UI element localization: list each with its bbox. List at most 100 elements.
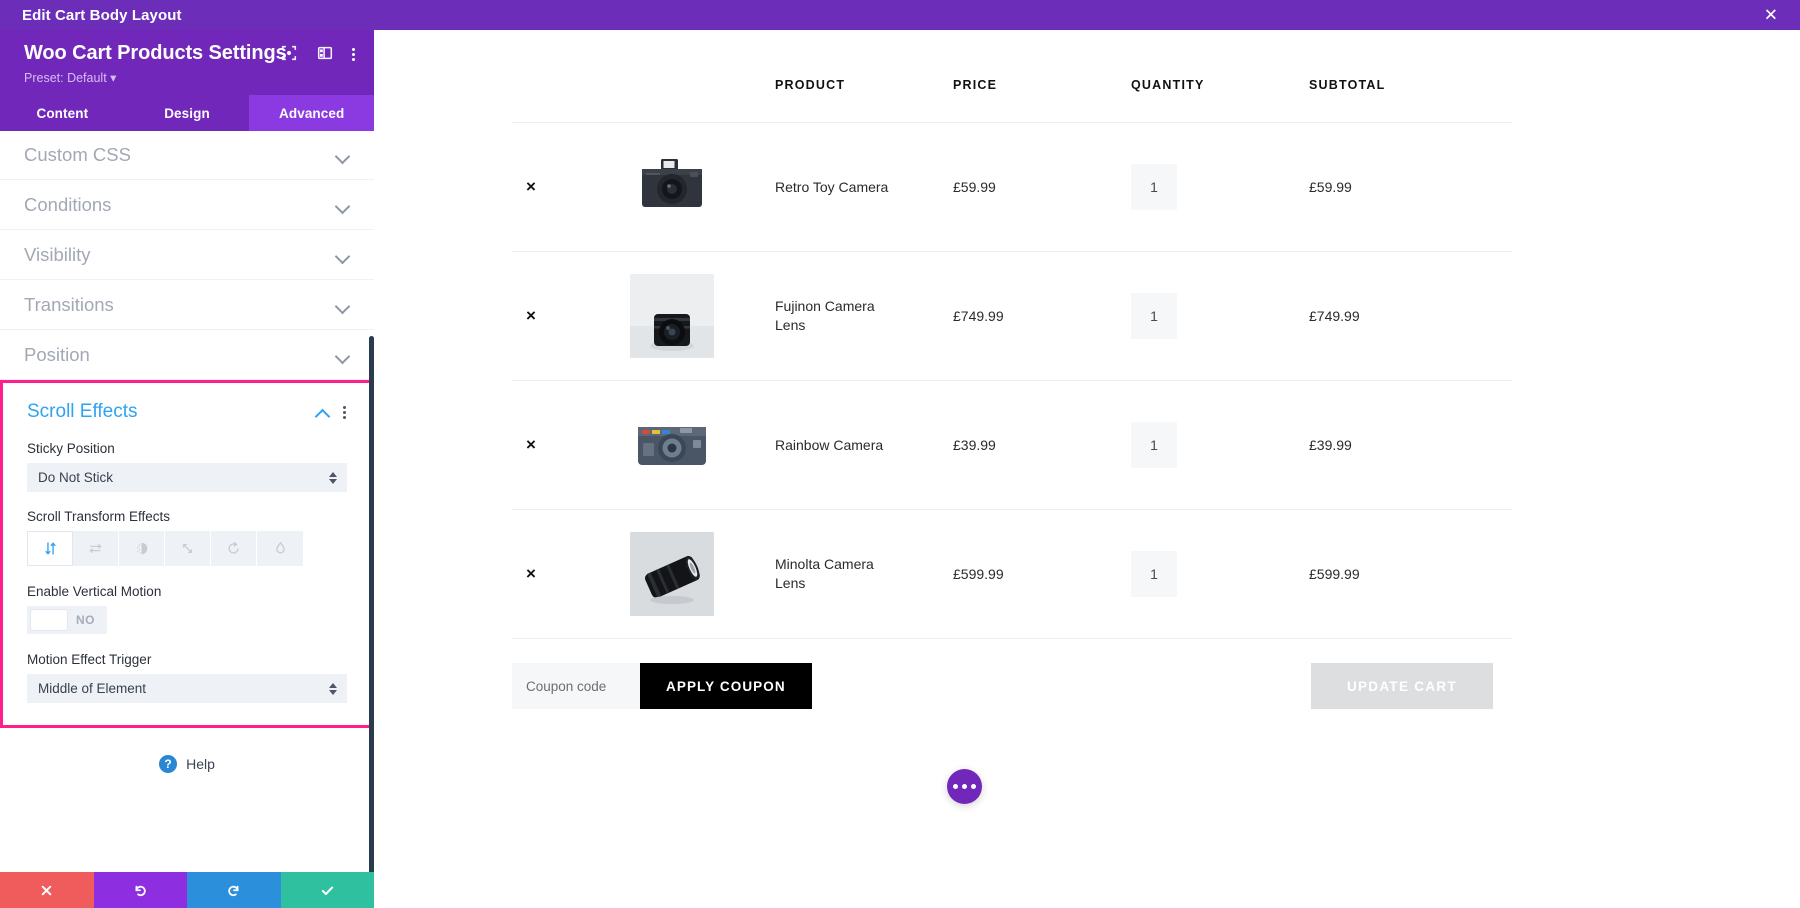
accordion-conditions[interactable]: Conditions <box>0 180 374 230</box>
product-subtotal: £749.99 <box>1309 308 1360 324</box>
table-row: × <box>512 251 1512 381</box>
preset-label: Preset: Default <box>24 71 107 85</box>
product-name[interactable]: Fujinon Camera Lens <box>775 297 905 335</box>
tab-content[interactable]: Content <box>0 95 125 131</box>
motion-effect-trigger-label: Motion Effect Trigger <box>27 652 152 667</box>
page-title: Edit Cart Body Layout <box>22 6 182 24</box>
cancel-button[interactable] <box>0 872 94 908</box>
quantity-input[interactable] <box>1131 422 1177 468</box>
panel-kebab-menu-icon[interactable] <box>352 45 356 61</box>
scroll-effects-kebab-icon[interactable] <box>343 403 347 421</box>
cell-quantity <box>1131 380 1309 510</box>
chevron-down-icon <box>336 201 350 209</box>
cell-price: £599.99 <box>953 509 1131 639</box>
settings-scroll-area: Custom CSS Conditions Visibility Transit… <box>0 131 374 872</box>
scale-icon[interactable] <box>165 531 211 566</box>
sticky-position-select[interactable]: Do Not Stick <box>27 463 347 492</box>
page-preview-canvas: PRODUCT PRICE QUANTITY SUBTOTAL × Retro … <box>374 30 1800 908</box>
tab-design[interactable]: Design <box>125 95 250 131</box>
remove-item-icon[interactable]: × <box>512 564 536 584</box>
cell-quantity <box>1131 122 1309 252</box>
remove-item-icon[interactable]: × <box>512 177 536 197</box>
cell-subtotal: £39.99 <box>1309 380 1512 510</box>
product-name[interactable]: Retro Toy Camera <box>775 178 905 197</box>
preset-selector[interactable]: Preset: Default ▾ <box>24 70 354 85</box>
save-button[interactable] <box>280 872 374 908</box>
motion-effect-trigger-select[interactable]: Middle of Element <box>27 674 347 703</box>
cell-price: £59.99 <box>953 122 1131 252</box>
chevron-down-icon <box>336 301 350 309</box>
woo-cart-module: PRODUCT PRICE QUANTITY SUBTOTAL × Retro … <box>512 30 1512 709</box>
scroll-effects-header[interactable]: Scroll Effects <box>27 401 347 423</box>
cell-subtotal: £59.99 <box>1309 122 1512 252</box>
cell-remove: × <box>512 122 630 252</box>
rotate-icon[interactable] <box>211 531 257 566</box>
select-arrows-icon <box>329 682 337 695</box>
quantity-input[interactable] <box>1131 164 1177 210</box>
product-name[interactable]: Rainbow Camera <box>775 436 905 455</box>
layout-columns-icon[interactable] <box>316 44 334 62</box>
cart-table-head: PRODUCT PRICE QUANTITY SUBTOTAL <box>512 30 1512 123</box>
coupon-input[interactable] <box>512 663 640 709</box>
more-options-button[interactable] <box>947 769 982 804</box>
column-header-subtotal: SUBTOTAL <box>1309 30 1512 123</box>
horizontal-motion-icon[interactable] <box>73 531 119 566</box>
accordion-label: Visibility <box>24 243 91 265</box>
quantity-input[interactable] <box>1131 293 1177 339</box>
remove-item-icon[interactable]: × <box>512 435 536 455</box>
cell-thumbnail <box>630 380 775 510</box>
apply-coupon-button[interactable]: APPLY COUPON <box>640 663 812 709</box>
product-name[interactable]: Minolta Camera Lens <box>775 555 905 593</box>
fujinon-camera-lens-thumbnail[interactable] <box>630 274 714 358</box>
cell-product-name: Rainbow Camera <box>775 380 953 510</box>
chevron-up-icon[interactable] <box>316 408 330 416</box>
sticky-position-value: Do Not Stick <box>38 470 114 485</box>
panel-header-icons <box>280 44 356 62</box>
settings-panel-header: Woo Cart Products Settings Preset: Defau… <box>0 30 374 95</box>
quantity-input[interactable] <box>1131 551 1177 597</box>
select-arrows-icon <box>329 471 337 484</box>
fade-icon[interactable] <box>119 531 165 566</box>
help-button[interactable]: ? Help <box>159 755 215 773</box>
help-zone: ? Help <box>0 728 374 800</box>
undo-button[interactable] <box>93 872 187 908</box>
enable-vertical-motion-toggle[interactable]: NO <box>27 606 107 634</box>
settings-panel: Woo Cart Products Settings Preset: Defau… <box>0 30 375 908</box>
tab-advanced[interactable]: Advanced <box>249 95 375 131</box>
accordion-custom-css[interactable]: Custom CSS <box>0 131 374 180</box>
remove-item-icon[interactable]: × <box>512 306 536 326</box>
cell-thumbnail <box>630 509 775 639</box>
close-icon[interactable]: ✕ <box>1764 7 1778 24</box>
rainbow-camera-thumbnail[interactable] <box>630 403 714 487</box>
cart-table: PRODUCT PRICE QUANTITY SUBTOTAL × Retro … <box>512 30 1512 639</box>
column-header-remove <box>512 30 630 123</box>
minolta-camera-lens-thumbnail[interactable] <box>630 532 714 616</box>
vertical-motion-icon[interactable] <box>27 531 73 566</box>
table-row: × <box>512 509 1512 639</box>
toggle-state-label: NO <box>76 613 95 627</box>
redo-button[interactable] <box>187 872 281 908</box>
target-icon[interactable] <box>280 44 298 62</box>
accordion-label: Custom CSS <box>24 144 131 165</box>
accordion-position[interactable]: Position <box>0 330 374 380</box>
accordion-visibility[interactable]: Visibility <box>0 230 374 280</box>
column-header-quantity: QUANTITY <box>1131 30 1309 123</box>
enable-vertical-motion-label: Enable Vertical Motion <box>27 584 162 599</box>
retro-toy-camera-thumbnail[interactable] <box>630 145 714 229</box>
product-subtotal: £39.99 <box>1309 437 1352 453</box>
blur-icon[interactable] <box>257 531 303 566</box>
toggle-knob <box>30 609 68 631</box>
cart-actions-row: APPLY COUPON UPDATE CART <box>512 639 1512 709</box>
motion-effect-trigger-value: Middle of Element <box>38 681 147 696</box>
cell-thumbnail <box>630 251 775 381</box>
chevron-down-icon <box>336 151 350 159</box>
cell-quantity <box>1131 509 1309 639</box>
cell-remove: × <box>512 509 630 639</box>
accordion-transitions[interactable]: Transitions <box>0 280 374 330</box>
cell-product-name: Minolta Camera Lens <box>775 509 953 639</box>
cell-thumbnail <box>630 122 775 252</box>
update-cart-button: UPDATE CART <box>1310 663 1493 709</box>
table-row: × <box>512 380 1512 510</box>
product-subtotal: £59.99 <box>1309 179 1352 195</box>
cell-price: £39.99 <box>953 380 1131 510</box>
